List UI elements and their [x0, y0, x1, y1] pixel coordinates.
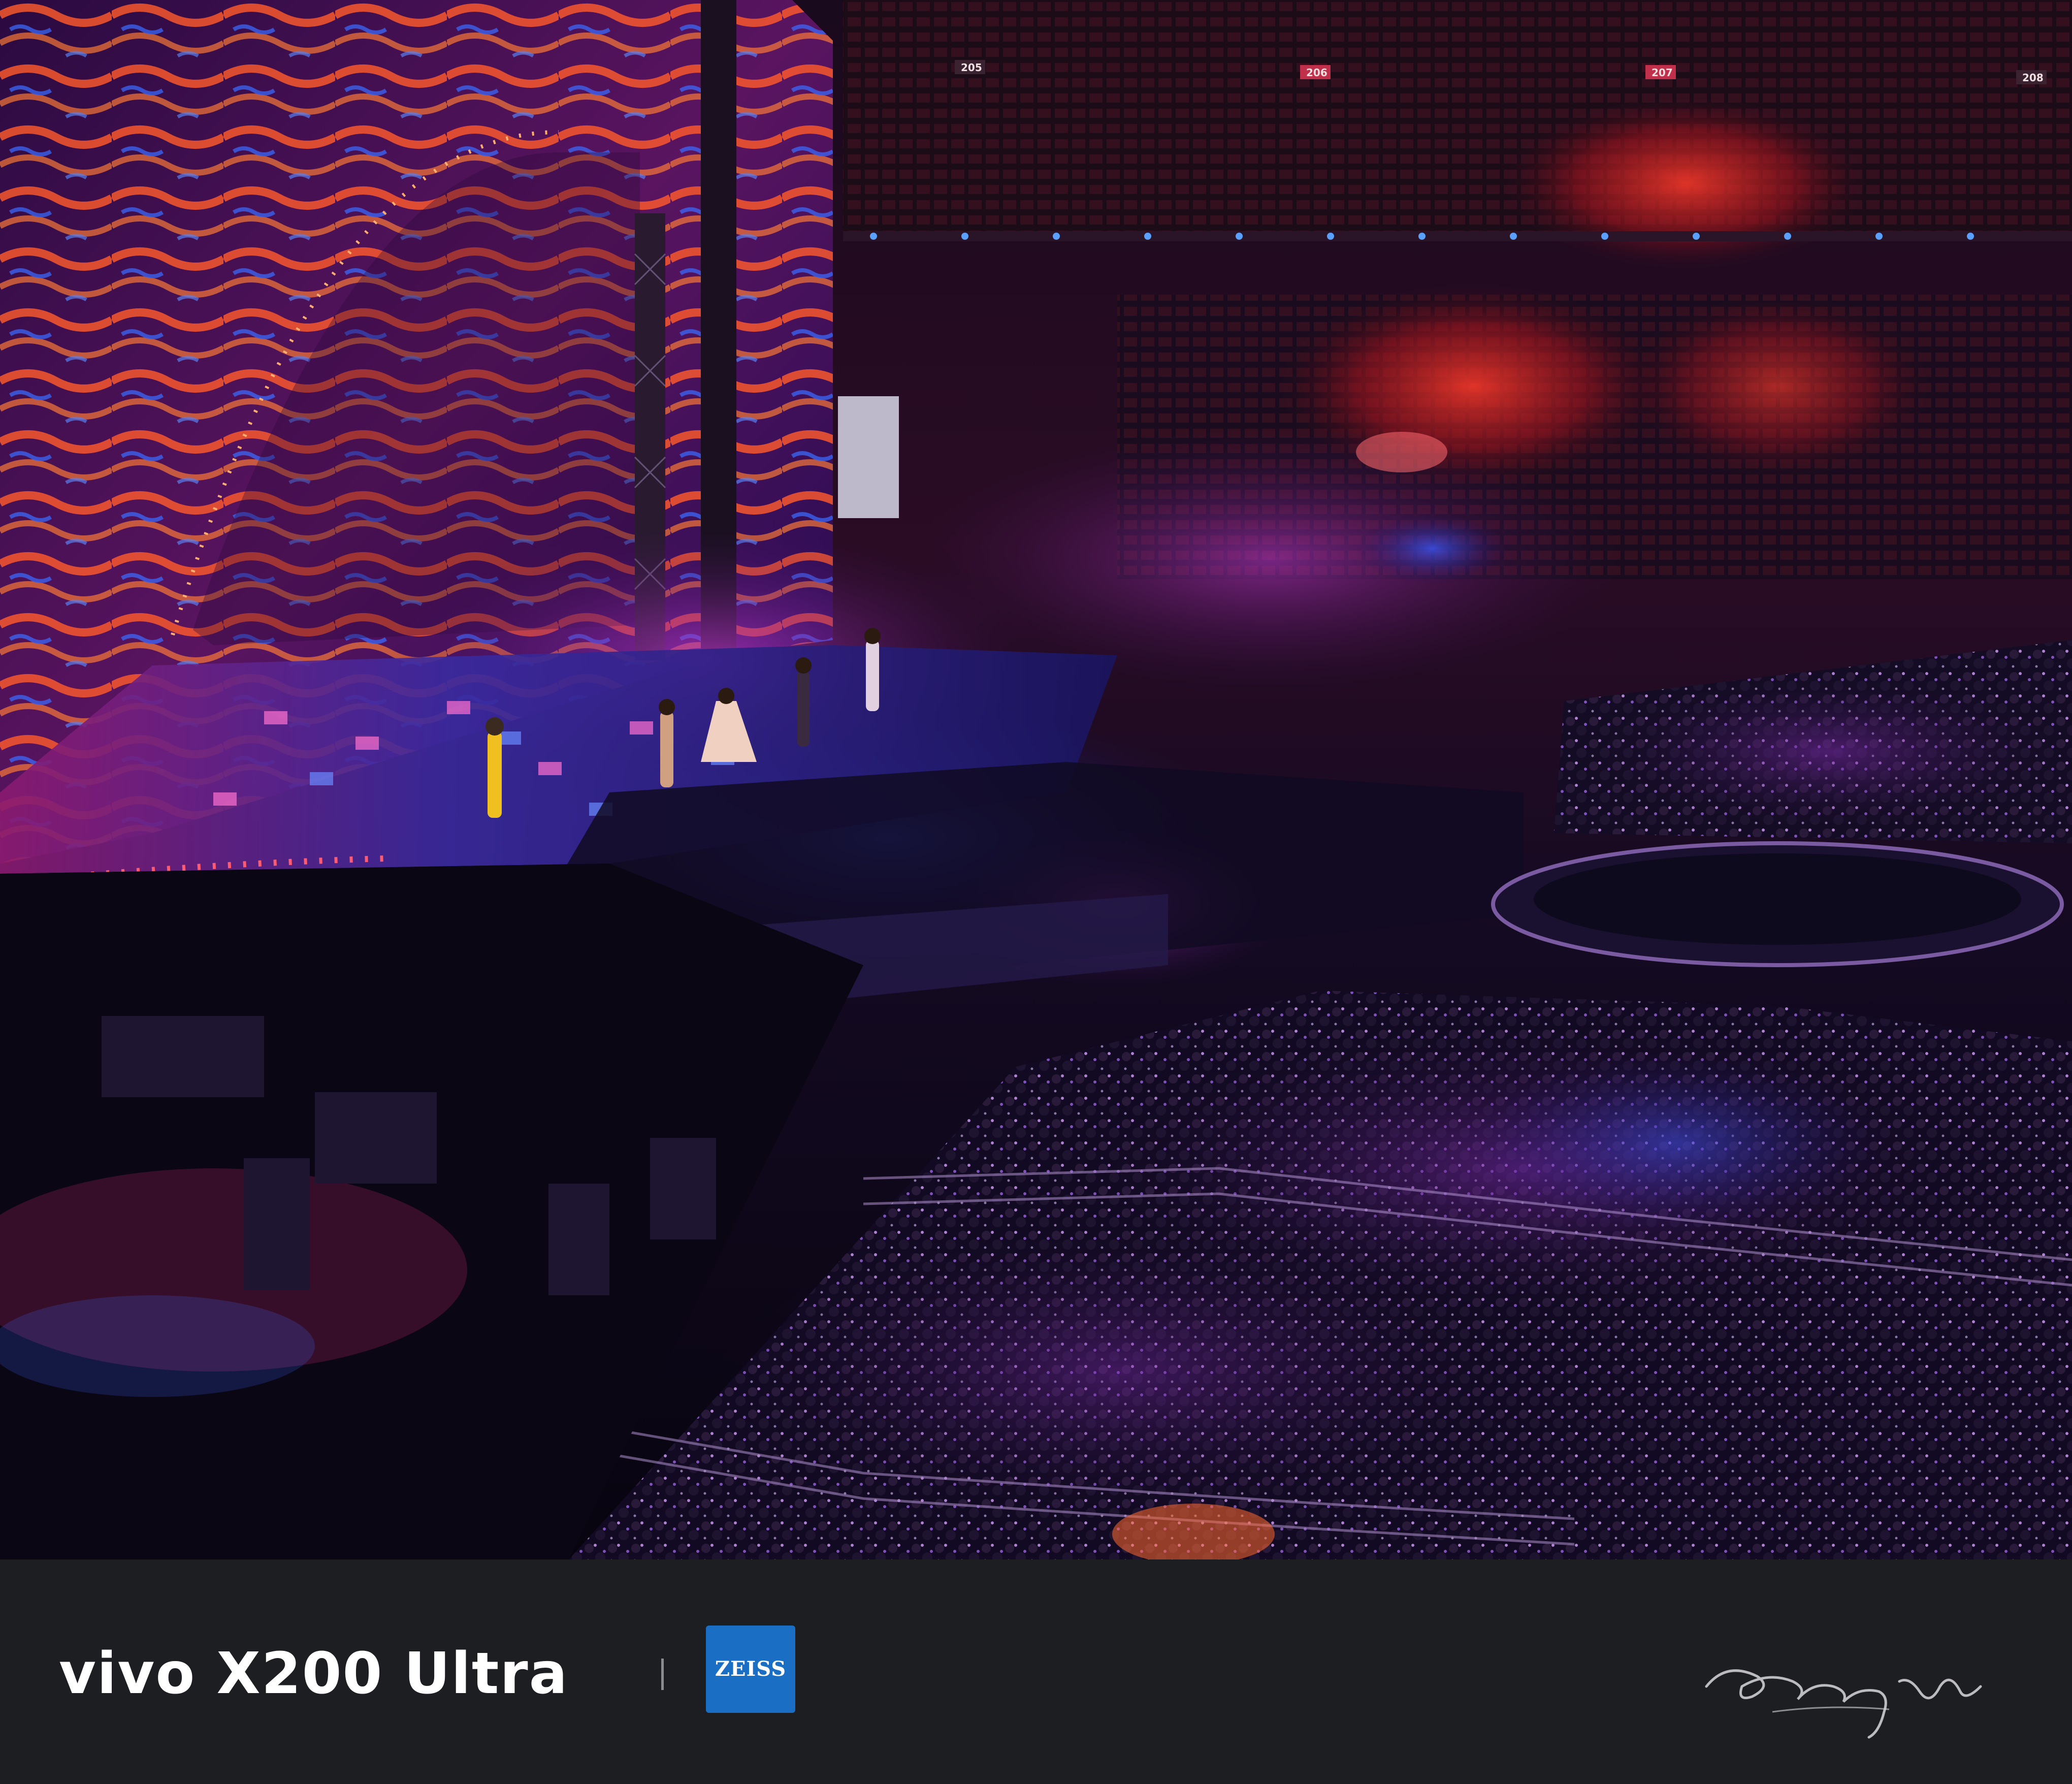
section-label-205: 205	[961, 61, 982, 74]
section-label-207: 207	[1652, 67, 1673, 79]
concert-photo: 206 207 205 208	[0, 0, 2072, 1559]
zeiss-logo-text: ZEISS	[715, 1657, 787, 1681]
brand-divider	[661, 1659, 664, 1690]
camera-brand-label: vivo X200 Ultra	[59, 1641, 569, 1707]
signature-icon	[1705, 1669, 1982, 1739]
watermark-bar: vivo X200 Ultra ZEISS	[0, 1559, 2072, 1784]
zeiss-logo: ZEISS	[706, 1626, 795, 1713]
section-label-208: 208	[2022, 72, 2044, 84]
section-label-206: 206	[1306, 67, 1328, 79]
